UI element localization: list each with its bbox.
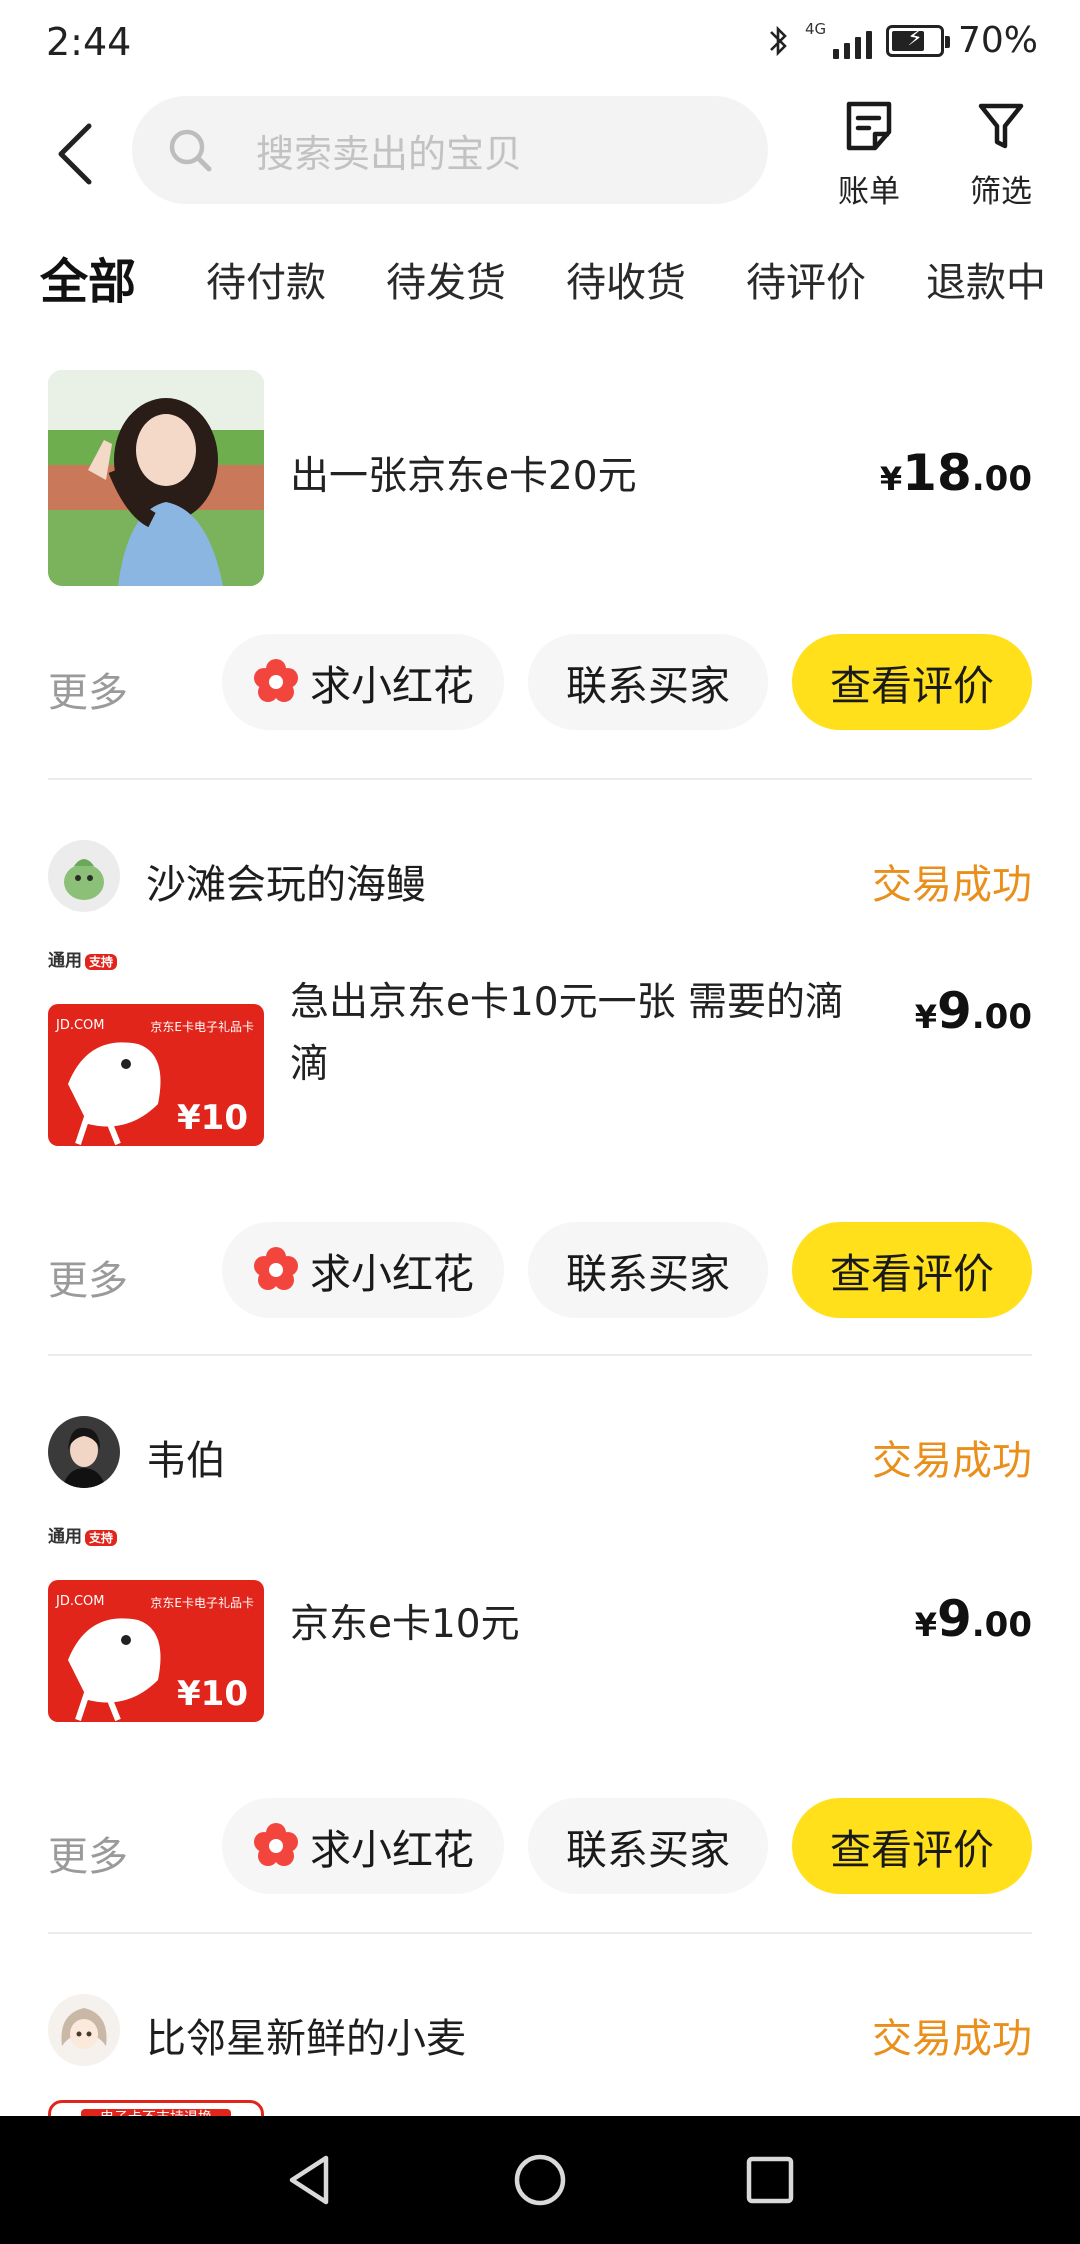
order-item[interactable]: 出一张京东e卡20元 ¥18.00 — [48, 370, 1032, 586]
more-button[interactable]: 更多 — [48, 1248, 128, 1306]
card-value: ¥10 — [177, 1098, 248, 1138]
contact-buyer-button[interactable]: 联系买家 — [528, 1798, 768, 1894]
seller-row[interactable]: 沙滩会玩的海鳗 交易成功 — [48, 840, 1032, 914]
order-card[interactable]: 比邻星新鲜的小麦 交易成功 电子卡不支持退换 — [48, 1994, 1032, 2140]
order-status: 交易成功 — [872, 862, 1032, 908]
tab-pending-receipt[interactable]: 待收货 — [566, 250, 686, 308]
product-price: ¥18.00 — [879, 444, 1032, 502]
bluetooth-icon — [770, 25, 787, 56]
tab-pending-shipment[interactable]: 待发货 — [386, 250, 506, 308]
ask-flower-button[interactable]: 求小红花 — [222, 634, 504, 730]
product-price: ¥9.00 — [914, 1590, 1032, 1648]
status-time: 2:44 — [46, 20, 132, 64]
nav-back-icon[interactable] — [280, 2150, 340, 2210]
nav-recents-icon[interactable] — [740, 2150, 800, 2210]
seller-avatar — [48, 1994, 120, 2066]
filter-label: 筛选 — [970, 174, 1032, 210]
view-review-button[interactable]: 查看评价 — [792, 1222, 1032, 1318]
back-button[interactable] — [40, 114, 110, 194]
search-input[interactable]: 搜索卖出的宝贝 — [132, 96, 768, 204]
battery-percent: 70% — [957, 20, 1038, 61]
signal-icon: 4G — [805, 20, 872, 59]
card-type: 京东E卡电子礼品卡 — [150, 1596, 254, 1610]
battery-icon: ⚡ — [885, 24, 950, 57]
divider — [48, 1932, 1032, 1934]
tab-all[interactable]: 全部 — [38, 242, 139, 312]
product-photo — [48, 370, 264, 586]
order-actions: 更多 求小红花 联系买家 查看评价 — [48, 1798, 1032, 1894]
system-nav-bar — [0, 2116, 1080, 2244]
red-flower-icon — [254, 1823, 298, 1866]
tab-pending-payment[interactable]: 待付款 — [206, 250, 326, 308]
header: 搜索卖出的宝贝 账单 筛选 — [0, 90, 1080, 220]
bill-button[interactable]: 账单 — [814, 98, 924, 211]
jd-ecard-image: 通用 支持 JD.COM 京东E卡电子礼品卡 ¥10 — [48, 944, 264, 1160]
contact-buyer-button[interactable]: 联系买家 — [528, 634, 768, 730]
ask-flower-button[interactable]: 求小红花 — [222, 1222, 504, 1318]
red-flower-icon — [254, 659, 298, 702]
contact-buyer-button[interactable]: 联系买家 — [528, 1222, 768, 1318]
view-review-button[interactable]: 查看评价 — [792, 1798, 1032, 1894]
seller-avatar — [48, 840, 120, 912]
card-tag: 通用 支持 — [48, 1522, 118, 1547]
network-type: 4G — [804, 19, 827, 38]
seller-row[interactable]: 韦伯 交易成功 — [48, 1416, 1032, 1490]
back-arrow-icon — [58, 123, 92, 185]
order-card[interactable]: 沙滩会玩的海鳗 交易成功 通用支持 JD.COM 京东E卡电子礼品卡 ¥10 — [48, 840, 1032, 1318]
tab-refunding[interactable]: 退款中 — [926, 250, 1046, 308]
nav-home-icon[interactable] — [510, 2150, 570, 2210]
order-item[interactable]: 通用 支持 JD.COM 京东E卡电子礼品卡 ¥10 京东e卡10元 ¥9.00 — [48, 1520, 1032, 1736]
filter-button[interactable]: 筛选 — [946, 98, 1056, 211]
product-price: ¥9.00 — [914, 982, 1032, 1040]
seller-avatar — [48, 1416, 120, 1488]
more-button[interactable]: 更多 — [48, 1824, 128, 1882]
order-card[interactable]: 出一张京东e卡20元 ¥18.00 更多 求小红花 联系买家 查看评价 — [48, 370, 1032, 730]
search-icon — [169, 129, 212, 172]
card-type: 京东E卡电子礼品卡 — [150, 1020, 254, 1034]
order-item[interactable]: 通用 支持 JD.COM 京东E卡电子礼品卡 ¥10 急出京东e卡10元一张 需要… — [48, 944, 1032, 1160]
search-placeholder: 搜索卖出的宝贝 — [256, 131, 523, 176]
ask-flower-button[interactable]: 求小红花 — [222, 1798, 504, 1894]
filter-icon — [978, 103, 1024, 149]
product-title: 京东e卡10元 — [290, 1602, 520, 1647]
card-brand: JD.COM — [56, 1594, 105, 1609]
status-bar: 2:44 4G ⚡ 70% — [0, 0, 1080, 90]
bill-label: 账单 — [838, 174, 900, 210]
divider — [48, 1354, 1032, 1356]
red-flower-icon — [254, 1247, 298, 1290]
seller-name: 沙滩会玩的海鳗 — [146, 862, 426, 908]
order-status: 交易成功 — [872, 2016, 1032, 2062]
more-button[interactable]: 更多 — [48, 660, 128, 718]
seller-name: 韦伯 — [146, 1438, 226, 1484]
divider — [48, 778, 1032, 780]
card-tag: 通用 支持 — [48, 946, 118, 971]
order-card[interactable]: 韦伯 交易成功 通用支持 JD.COM 京东E卡电子礼品卡 ¥10 京东e卡1 — [48, 1416, 1032, 1894]
card-value: ¥10 — [177, 1674, 248, 1714]
tab-pending-review[interactable]: 待评价 — [746, 250, 866, 308]
card-brand: JD.COM — [56, 1018, 105, 1033]
order-actions: 更多 求小红花 联系买家 查看评价 — [48, 634, 1032, 730]
seller-name: 比邻星新鲜的小麦 — [146, 2016, 466, 2062]
product-title: 出一张京东e卡20元 — [290, 454, 637, 499]
screen: 2:44 4G ⚡ 70% 搜索卖出的宝贝 账单 筛选 全部 待付款 待发货 待… — [0, 0, 1080, 2244]
bill-icon — [846, 101, 892, 151]
order-tabs: 全部 待付款 待发货 待收货 待评价 退款中 — [0, 236, 1080, 322]
view-review-button[interactable]: 查看评价 — [792, 634, 1032, 730]
order-actions: 更多 求小红花 联系买家 查看评价 — [48, 1222, 1032, 1318]
product-title: 急出京东e卡10元一张 需要的滴滴 — [290, 980, 845, 1087]
status-icons: 4G ⚡ 70% — [767, 20, 1038, 61]
seller-row[interactable]: 比邻星新鲜的小麦 交易成功 — [48, 1994, 1032, 2068]
order-status: 交易成功 — [872, 1438, 1032, 1484]
jd-ecard-image: 通用 支持 JD.COM 京东E卡电子礼品卡 ¥10 — [48, 1520, 264, 1736]
